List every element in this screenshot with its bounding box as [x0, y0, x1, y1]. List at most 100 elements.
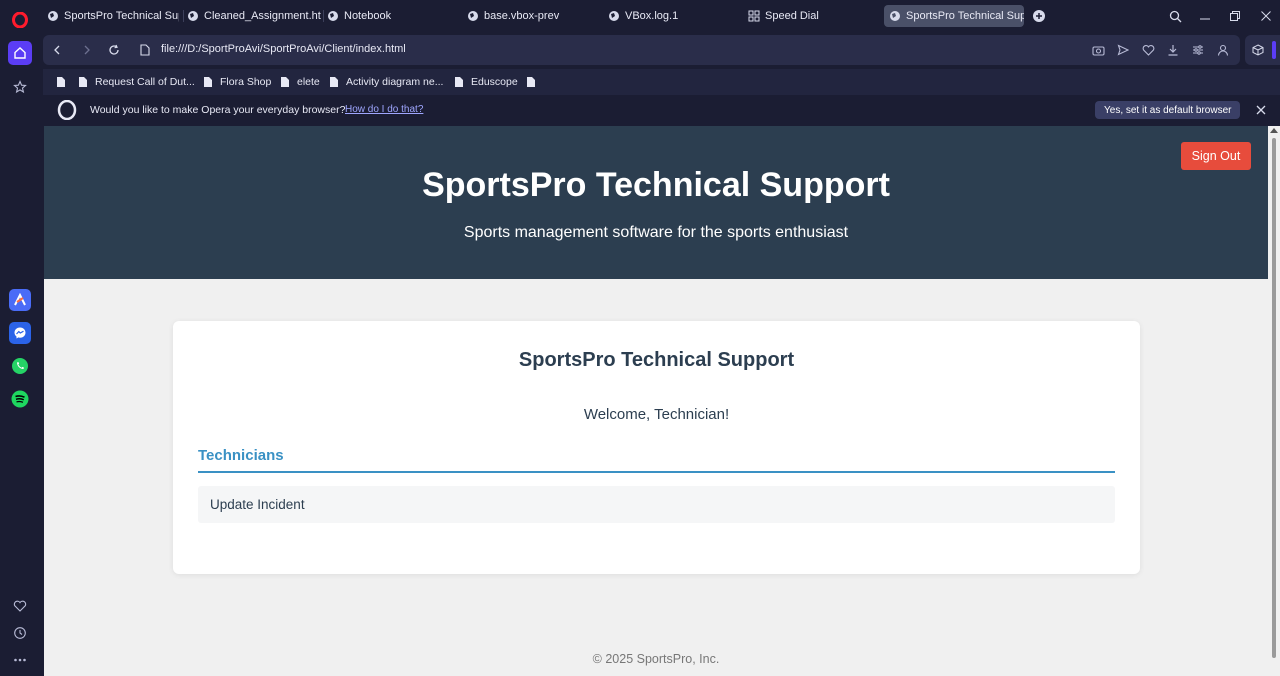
- bookmark-item[interactable]: [56, 76, 73, 88]
- tab-bar: SportsPro Technical Support Cleaned_Assi…: [40, 0, 1280, 32]
- forward-arrow-icon: [84, 45, 90, 55]
- section-heading: Technicians: [198, 447, 284, 464]
- scroll-up-arrow-icon[interactable]: [1270, 128, 1278, 133]
- bookmark-item[interactable]: Activity diagram ne...: [329, 76, 443, 88]
- tab-separator: [183, 10, 184, 22]
- messenger-icon[interactable]: [9, 322, 31, 344]
- globe-icon: [609, 11, 619, 21]
- url-field[interactable]: file:///D:/SportProAvi/SportProAvi/Clien…: [161, 43, 406, 55]
- page-title: SportsPro Technical Support: [422, 166, 890, 204]
- tab-separator: [323, 10, 324, 22]
- tab-label: Notebook: [344, 10, 392, 22]
- bookmarks-bar: Request Call of Dut... Flora Shop elete …: [43, 69, 1280, 95]
- aria-app-icon[interactable]: [9, 289, 31, 311]
- bookmark-label: Flora Shop: [220, 76, 272, 88]
- address-bar: file:///D:/SportProAvi/SportProAvi/Clien…: [43, 35, 1240, 65]
- extension-indicator: [1272, 41, 1276, 59]
- forward-button[interactable]: [79, 42, 95, 58]
- snapshot-button[interactable]: [1090, 42, 1106, 58]
- bookmark-item[interactable]: elete: [280, 76, 320, 88]
- close-notification-button[interactable]: [1253, 102, 1269, 118]
- whatsapp-icon[interactable]: [9, 355, 31, 377]
- tab-cleaned-assignment[interactable]: Cleaned_Assignment.html: [187, 5, 321, 27]
- menu-item-update-incident[interactable]: Update Incident: [198, 486, 1115, 523]
- file-icon: [281, 77, 289, 87]
- star-icon[interactable]: [8, 75, 32, 99]
- easy-setup-button[interactable]: [1190, 42, 1206, 58]
- globe-icon: [328, 11, 338, 21]
- download-icon: [1168, 45, 1178, 56]
- globe-icon: [188, 11, 198, 21]
- heart-icon: [1142, 45, 1154, 56]
- extensions-area: [1245, 35, 1280, 65]
- search-tabs-button[interactable]: [1167, 8, 1183, 24]
- history-icon[interactable]: [10, 623, 30, 643]
- bookmark-page-button[interactable]: [1140, 42, 1156, 58]
- how-to-link[interactable]: How do I do that?: [345, 104, 423, 115]
- back-arrow-icon: [54, 45, 60, 55]
- send-icon: [1117, 44, 1129, 56]
- file-icon: [57, 77, 65, 87]
- user-icon: [1217, 44, 1229, 56]
- back-button[interactable]: [49, 42, 65, 58]
- file-icon: [79, 77, 87, 87]
- globe-icon: [468, 11, 478, 21]
- file-icon: [330, 77, 338, 87]
- globe-icon: [48, 11, 58, 21]
- file-icon: [455, 77, 463, 87]
- tab-vbox-log[interactable]: VBox.log.1: [608, 5, 738, 27]
- tab-label: VBox.log.1: [625, 10, 679, 22]
- heart-icon[interactable]: [10, 596, 30, 616]
- speed-dial-icon: [748, 10, 760, 22]
- restore-button[interactable]: [1227, 8, 1243, 24]
- opera-logo-icon[interactable]: [8, 8, 32, 32]
- new-tab-button[interactable]: [1031, 8, 1047, 24]
- send-button[interactable]: [1115, 42, 1131, 58]
- tab-label: SportsPro Technical Support: [906, 10, 1024, 22]
- bookmark-label: Eduscope: [471, 76, 518, 88]
- camera-icon: [1091, 46, 1105, 56]
- bookmark-item[interactable]: [526, 76, 543, 88]
- default-browser-notification: Would you like to make Opera your everyd…: [43, 97, 1280, 123]
- set-default-button[interactable]: Yes, set it as default browser: [1095, 101, 1241, 119]
- close-window-button[interactable]: [1258, 8, 1274, 24]
- card-title: SportsPro Technical Support: [518, 349, 795, 371]
- bookmark-label: Activity diagram ne...: [346, 76, 444, 88]
- extensions-button[interactable]: [1250, 42, 1266, 58]
- tab-sportspro-active[interactable]: SportsPro Technical Support: [884, 5, 1024, 27]
- close-icon: [1256, 105, 1266, 115]
- reload-icon: [109, 44, 119, 55]
- page-subtitle: Sports management software for the sport…: [463, 224, 849, 241]
- page-viewport: SportsPro Technical Support Sports manag…: [44, 126, 1268, 676]
- tab-label: base.vbox-prev: [484, 10, 560, 22]
- bookmark-item[interactable]: Eduscope: [454, 76, 518, 88]
- menu-item-label: Update Incident: [210, 497, 305, 512]
- globe-icon: [890, 11, 900, 21]
- reload-button[interactable]: [106, 42, 122, 58]
- downloads-button[interactable]: [1165, 42, 1181, 58]
- file-icon: [527, 77, 535, 87]
- home-icon[interactable]: [8, 41, 32, 65]
- tab-speed-dial[interactable]: Speed Dial: [748, 5, 878, 27]
- file-icon: [137, 42, 153, 58]
- tab-notebook[interactable]: Notebook: [327, 5, 457, 27]
- tab-label: SportsPro Technical Support: [64, 10, 179, 22]
- more-icon[interactable]: [10, 650, 30, 670]
- page-header: SportsPro Technical Support Sports manag…: [44, 126, 1268, 279]
- page-scrollbar[interactable]: [1268, 126, 1280, 676]
- search-icon: [1169, 10, 1181, 22]
- opera-sidebar: [0, 0, 40, 676]
- tab-base-vbox-prev[interactable]: base.vbox-prev: [467, 5, 597, 27]
- cube-icon: [1252, 44, 1264, 56]
- profile-button[interactable]: [1215, 42, 1231, 58]
- spotify-icon[interactable]: [9, 388, 31, 410]
- tab-sportspro-1[interactable]: SportsPro Technical Support: [47, 5, 179, 27]
- scroll-thumb[interactable]: [1272, 138, 1276, 658]
- minimize-icon: [1200, 18, 1210, 20]
- tab-label: Speed Dial: [765, 10, 819, 22]
- minimize-button[interactable]: [1197, 8, 1213, 24]
- sign-out-button[interactable]: Sign Out: [1181, 142, 1251, 170]
- bookmark-item[interactable]: Request Call of Dut...: [78, 76, 195, 88]
- restore-icon: [1230, 11, 1240, 21]
- bookmark-item[interactable]: Flora Shop: [203, 76, 271, 88]
